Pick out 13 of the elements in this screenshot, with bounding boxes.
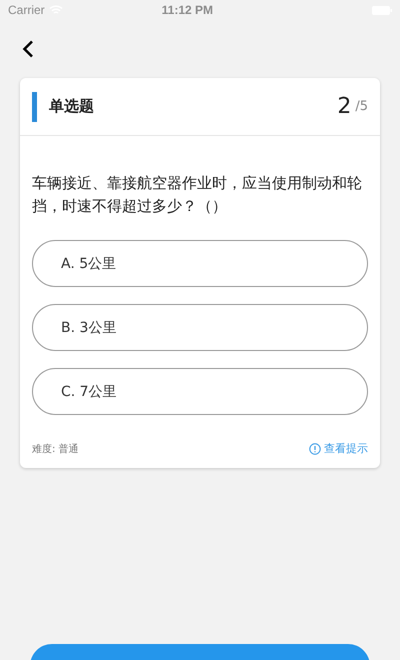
answer-option[interactable]: B. 3公里 — [32, 304, 368, 351]
status-time: 11:12 PM — [160, 3, 214, 17]
carrier-name: Carrier — [8, 3, 45, 17]
question-type: 单选题 — [49, 97, 95, 116]
answer-option[interactable]: A. 5公里 — [32, 240, 368, 287]
question-total: /5 — [355, 99, 368, 114]
info-icon — [309, 442, 321, 454]
accent-bar — [32, 92, 37, 122]
back-chevron-icon — [22, 40, 34, 58]
question-text: 车辆接近、靠接航空器作业时，应当使用制动和轮挡，时速不得超过多少？（） — [32, 173, 363, 217]
answer-option[interactable]: C. 7公里 — [32, 368, 368, 415]
question-number: 2 — [337, 94, 352, 119]
difficulty-label: 难度: 普通 — [32, 442, 79, 456]
